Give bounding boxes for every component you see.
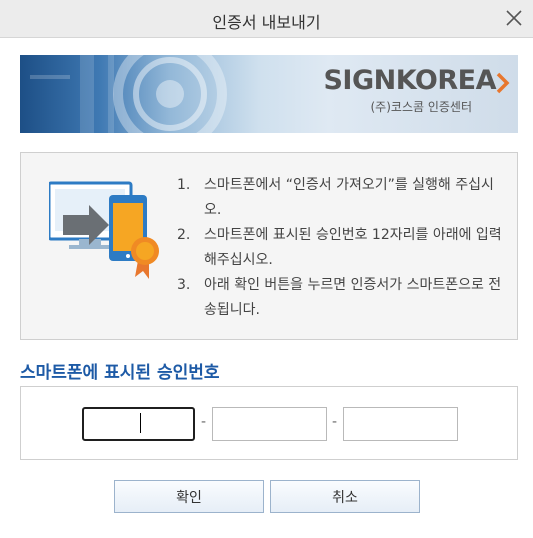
instruction-item: 1. 스마트폰에서 “인증서 가져오기”를 실행해 주십시오. [177, 177, 494, 218]
title-bar: 인증서 내보내기 [0, 0, 533, 38]
text-caret [140, 413, 141, 433]
approval-number-heading: 스마트폰에 표시된 승인번호 [20, 363, 220, 383]
logo-subtitle: (주)코스콤 인증센터 [370, 100, 473, 114]
vault-dial-icon [30, 55, 227, 133]
approval-code-input-1[interactable] [82, 407, 195, 441]
code-separator: - [332, 414, 338, 430]
logo-text: SIGNKOREA [323, 65, 496, 96]
logo-chevron-icon [496, 72, 510, 94]
window-title: 인증서 내보내기 [212, 13, 321, 32]
instruction-item: 3. 아래 확인 버튼을 누르면 인증서가 스마트폰으로 전송됩니다. [177, 277, 502, 318]
instruction-list: 1. 스마트폰에서 “인증서 가져오기”를 실행해 주십시오. 2. 스마트폰에 표… [177, 173, 507, 323]
cancel-button[interactable]: 취소 [270, 480, 420, 513]
approval-field-1-wrap [82, 387, 195, 441]
code-separator: - [201, 414, 207, 430]
close-icon[interactable] [503, 7, 525, 29]
approval-code-input-3[interactable] [343, 407, 458, 441]
signkorea-logo: SIGNKOREA (주)코스콤 인증센터 [323, 65, 510, 115]
signkorea-banner: SIGNKOREA (주)코스콤 인증센터 [20, 55, 518, 133]
phone-transfer-illustration-icon [49, 181, 159, 279]
ok-button[interactable]: 확인 [114, 480, 264, 513]
instructions-panel: 1. 스마트폰에서 “인증서 가져오기”를 실행해 주십시오. 2. 스마트폰에 표… [20, 152, 518, 340]
approval-code-input-2[interactable] [212, 407, 327, 441]
approval-code-panel: - - [20, 386, 518, 460]
instruction-item: 2. 스마트폰에 표시된 승인번호 12자리를 아래에 입력해주십시오. [177, 227, 502, 268]
